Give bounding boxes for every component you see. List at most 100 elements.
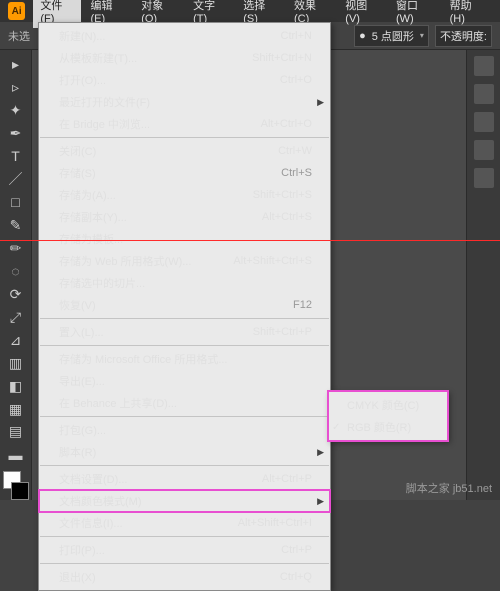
menu-item-label: 导出(E)... [59,373,105,389]
menu-item-label: 置入(L)... [59,324,104,340]
free-transform-tool-icon[interactable]: ▥ [4,353,28,374]
gradient-tool-icon[interactable]: ▬ [4,444,28,465]
menu-shortcut: Ctrl+Q [280,571,312,583]
eraser-tool-icon[interactable]: ◌ [4,261,28,282]
stroke-profile-field[interactable]: ●5 点圆形▾ [354,25,429,47]
menu-separator [40,345,329,346]
menu-item[interactable]: 导出(E)... [39,370,330,392]
menu-shortcut: Alt+Shift+Ctrl+I [238,517,312,529]
menu-item-label: 恢复(V) [59,297,96,313]
perspective-tool-icon[interactable]: ▦ [4,399,28,420]
menu-shortcut: Alt+Shift+Ctrl+S [233,255,312,267]
menu-item[interactable]: 新建(N)... Ctrl+N [39,25,330,47]
rotate-tool-icon[interactable]: ⟳ [4,284,28,305]
menu-item[interactable]: 关闭(C)Ctrl+W [39,140,330,162]
menu-item[interactable]: 退出(X) Ctrl+Q [39,566,330,588]
menu-item-label: 存储为 Web 所用格式(W)... [59,253,191,269]
panel-icon[interactable] [474,56,494,76]
menu-item[interactable]: 存储为模板... [39,228,330,250]
menu-item-label: 存储选中的切片... [59,275,145,291]
menu-item-label: 脚本(R) [59,444,96,460]
menu-item[interactable]: 存储为 Web 所用格式(W)... Alt+Shift+Ctrl+S [39,250,330,272]
menu-shortcut: Shift+Ctrl+P [253,326,312,338]
paintbrush-tool-icon[interactable]: ✎ [4,215,28,236]
menu-shortcut: Ctrl+P [281,544,312,556]
menu-item[interactable]: 打印(P)... Ctrl+P [39,539,330,561]
opacity-field[interactable]: 不透明度: [435,25,492,47]
magic-wand-tool-icon[interactable]: ✦ [4,100,28,121]
menu-item[interactable]: 文件信息(I)... Alt+Shift+Ctrl+I [39,512,330,534]
menu-item[interactable]: 在 Behance 上共享(D)... [39,392,330,414]
menu-item[interactable]: 脚本(R) ▶ [39,441,330,463]
menu-item[interactable]: 存储为 Microsoft Office 所用格式... [39,348,330,370]
submenu-arrow-icon: ▶ [317,97,324,108]
menu-shortcut: Alt+Ctrl+P [262,473,312,485]
submenu-item-label: CMYK 颜色(C) [347,397,419,413]
menu-item-label: 打开(O)... [59,72,106,88]
menu-shortcut: Shift+Ctrl+S [253,189,312,201]
scale-tool-icon[interactable]: ⤢ [4,307,28,328]
shape-builder-tool-icon[interactable]: ◧ [4,376,28,397]
menu-shortcut: F12 [293,299,312,311]
menu-item[interactable]: 在 Bridge 中浏览... Alt+Ctrl+O [39,113,330,135]
menu-separator [40,563,329,564]
menu-item[interactable]: 打开(O)...Ctrl+O [39,69,330,91]
menu-item[interactable]: 存储为(A)... Shift+Ctrl+S [39,184,330,206]
menu-shortcut: Shift+Ctrl+N [252,52,312,64]
menu-item[interactable]: 最近打开的文件(F) ▶ [39,91,330,113]
menu-separator [40,465,329,466]
menu-item-label: 文件信息(I)... [59,515,123,531]
title-bar: Ai 文件(F)编辑(E)对象(O)文字(T)选择(S)效果(C)视图(V)窗口… [0,0,500,22]
menu-item[interactable]: 文档颜色模式(M) ▶ [39,490,330,512]
menu-item[interactable]: 存储选中的切片... [39,272,330,294]
submenu-arrow-icon: ▶ [317,447,324,458]
menu-item-label: 退出(X) [59,569,96,585]
menu-item[interactable]: 从模板新建(T)...Shift+Ctrl+N [39,47,330,69]
submenu-item-label: RGB 颜色(R) [347,419,411,435]
submenu-arrow-icon: ▶ [317,496,324,507]
selection-status: 未选 [8,28,30,44]
menu-item[interactable]: 文档设置(D)...Alt+Ctrl+P [39,468,330,490]
menu-item: 恢复(V) F12 [39,294,330,316]
width-tool-icon[interactable]: ⊿ [4,330,28,351]
panel-dock [466,50,500,500]
color-mode-submenu[interactable]: CMYK 颜色(C) ✓ RGB 颜色(R) [328,391,448,441]
panel-icon[interactable] [474,84,494,104]
submenu-item[interactable]: ✓ RGB 颜色(R) [329,416,447,438]
menu-shortcut: Ctrl+W [278,145,312,157]
menu-item-label: 存储(S) [59,165,96,181]
menu-item-label: 打印(P)... [59,542,105,558]
submenu-item[interactable]: CMYK 颜色(C) [329,394,447,416]
mesh-tool-icon[interactable]: ▤ [4,422,28,443]
menu-item-label: 文档颜色模式(M) [59,493,142,509]
menu-item[interactable]: 打包(G)... [39,419,330,441]
menu-item: 存储(S) Ctrl+S [39,162,330,184]
menu-separator [40,416,329,417]
menu-item[interactable]: 置入(L)... Shift+Ctrl+P [39,321,330,343]
menu-item-label: 在 Bridge 中浏览... [59,116,150,132]
menu-item-label: 最近打开的文件(F) [59,94,150,110]
menu-shortcut: Alt+Ctrl+O [261,118,312,130]
check-icon: ✓ [332,422,340,433]
fill-stroke-swatch[interactable] [3,471,29,500]
menu-shortcut: Ctrl+N [281,30,312,42]
rectangle-tool-icon[interactable]: □ [4,192,28,213]
direct-selection-tool-icon[interactable]: ▹ [4,77,28,98]
panel-icon[interactable] [474,112,494,132]
app-logo: Ai [8,2,25,20]
pen-tool-icon[interactable]: ✒ [4,123,28,144]
menu-item-label: 打包(G)... [59,422,106,438]
type-tool-icon[interactable]: T [4,146,28,167]
menu-item[interactable]: 存储副本(Y)...Alt+Ctrl+S [39,206,330,228]
file-menu-dropdown[interactable]: 新建(N)...Ctrl+N从模板新建(T)...Shift+Ctrl+N打开(… [38,22,331,591]
menu-item-label: 存储为(A)... [59,187,116,203]
panel-icon[interactable] [474,140,494,160]
menu-separator [40,137,329,138]
menu-item-label: 新建(N)... [59,28,105,44]
panel-icon[interactable] [474,168,494,188]
tools-panel: ▸ ▹ ✦ ✒ T ／ □ ✎ ✏ ◌ ⟳ ⤢ ⊿ ▥ ◧ ▦ ▤ ▬ [0,50,32,500]
menu-shortcut: Ctrl+S [281,167,312,179]
selection-tool-icon[interactable]: ▸ [4,54,28,75]
line-tool-icon[interactable]: ／ [4,169,28,190]
menu-shortcut: Alt+Ctrl+S [262,211,312,223]
